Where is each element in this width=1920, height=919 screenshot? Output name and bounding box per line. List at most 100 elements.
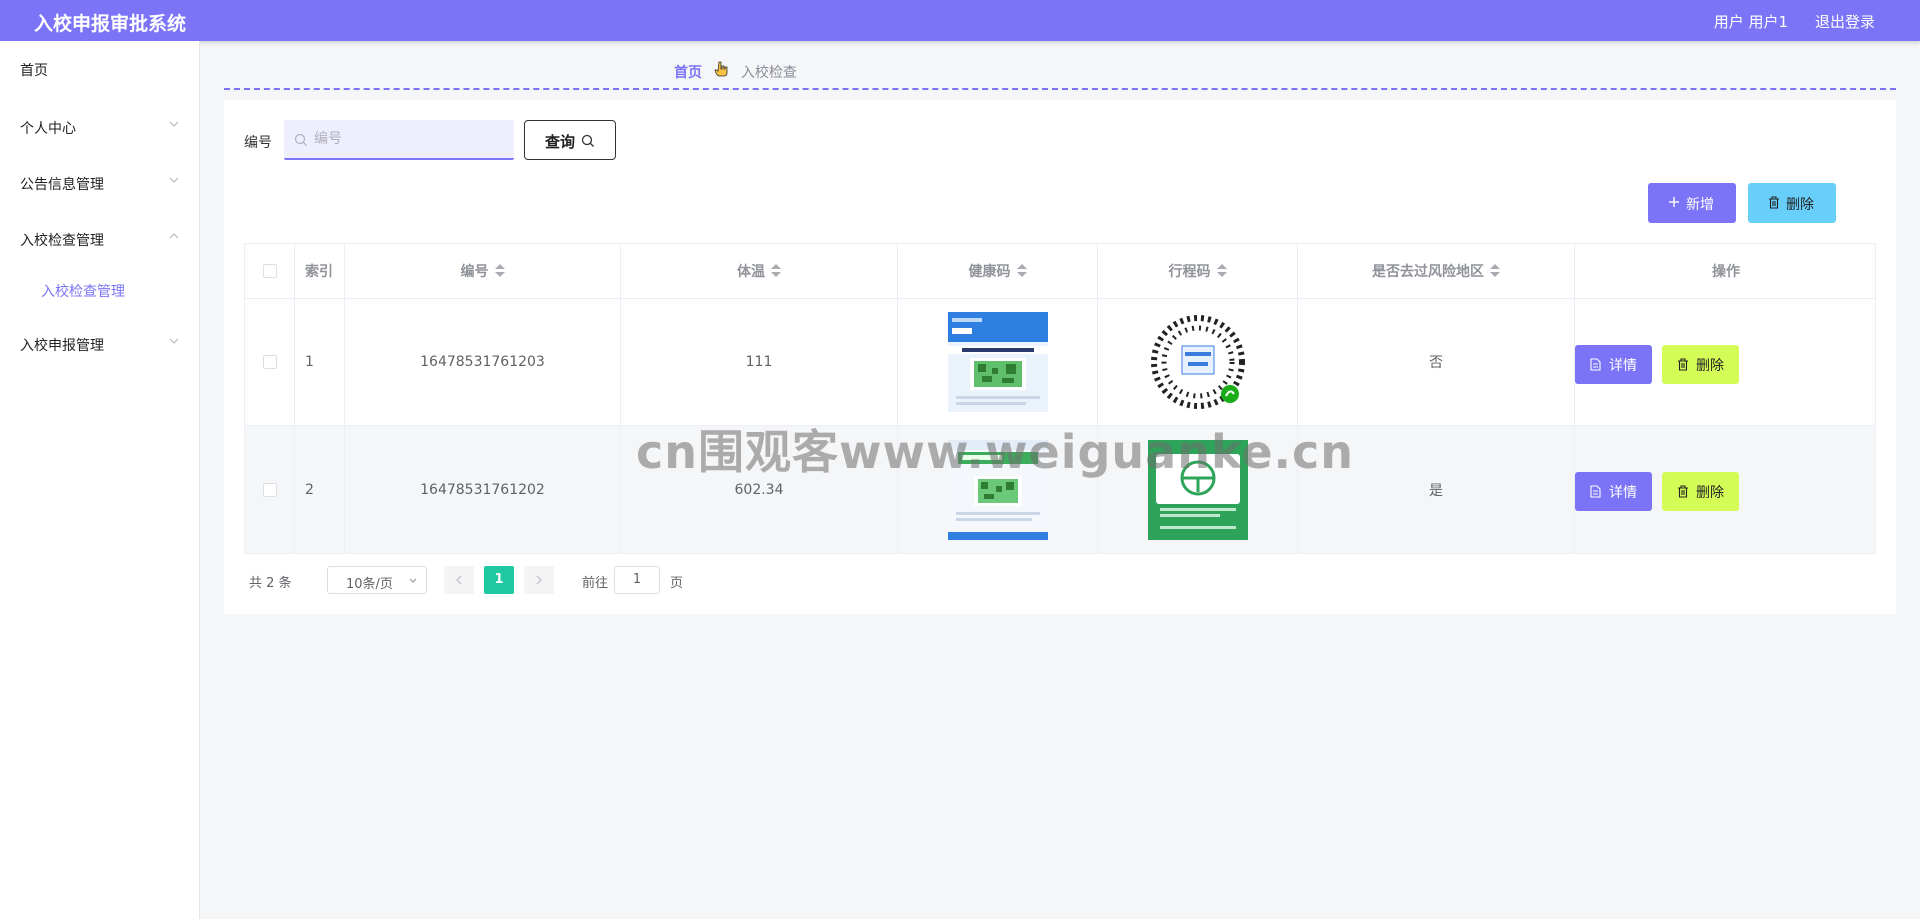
sort-icon[interactable]	[1490, 264, 1500, 278]
travel-code-cell	[1098, 426, 1298, 553]
bulk-delete-button[interactable]: 删除	[1748, 183, 1836, 223]
select-cell	[245, 299, 295, 425]
travel-code-image[interactable]	[1147, 312, 1248, 412]
header-health-code: 健康码	[968, 264, 1011, 280]
temperature-cell: 602.34	[621, 426, 898, 553]
sort-icon[interactable]	[771, 264, 781, 278]
header-cell[interactable]: 是否去过风险地区	[1298, 244, 1575, 298]
travel-code-cell	[1098, 299, 1298, 425]
trash-icon	[1769, 196, 1779, 209]
row-checkbox[interactable]	[262, 355, 277, 369]
detail-button-label: 详情	[1609, 358, 1637, 374]
sidebar-item-label: 入校检查管理	[20, 233, 104, 249]
header-index: 索引	[305, 264, 333, 280]
index-cell: 2	[295, 426, 345, 553]
sort-icon[interactable]	[1016, 264, 1027, 278]
health-code-cell	[898, 426, 1098, 553]
breadcrumb-current: 入校检查	[740, 65, 797, 81]
goto-page-input[interactable]: 1	[614, 566, 660, 594]
row-delete-button[interactable]: 删除	[1662, 345, 1739, 384]
travel-code-image[interactable]	[1147, 439, 1248, 540]
table-header-row: 索引 编号 体温 健康码 行程码 是否去过风险地区 操作	[245, 244, 1875, 299]
user-info: 用户 用户1	[1713, 13, 1788, 31]
plus-icon	[1669, 197, 1679, 207]
risk-area-cell: 否	[1298, 299, 1575, 425]
row-delete-button-label: 删除	[1696, 485, 1724, 501]
header-cell: 索引	[295, 244, 345, 298]
header-cell[interactable]: 行程码	[1098, 244, 1298, 298]
sort-icon[interactable]	[494, 264, 505, 278]
query-button-label: 查询	[545, 133, 576, 151]
sidebar-item-home[interactable]: 首页	[0, 48, 200, 88]
goto-suffix: 页	[670, 576, 684, 591]
health-code-image[interactable]	[947, 439, 1048, 540]
index-cell: 1	[295, 299, 345, 425]
sidebar-item-label: 公告信息管理	[20, 177, 104, 193]
add-button[interactable]: 新增	[1648, 183, 1736, 223]
pagination-total: 共 2 条	[249, 576, 292, 591]
chevron-up-icon	[169, 233, 179, 239]
row-delete-button[interactable]: 删除	[1662, 472, 1739, 511]
prev-page-button[interactable]	[444, 566, 474, 594]
list-panel: 编号 查询 新增 删除 索引 编号 体温 健康码 行程码 是否去过风险地	[224, 100, 1896, 614]
sidebar: 首页 个人中心 公告信息管理 入校检查管理 入校检查管理 入校申报管理	[0, 41, 200, 919]
detail-button[interactable]: 详情	[1575, 345, 1652, 384]
breadcrumb: 首页 入校检查	[674, 61, 797, 82]
header-risk-area: 是否去过风险地区	[1372, 264, 1484, 280]
page-size-select[interactable]: 10条/页	[327, 566, 427, 594]
header-cell: 操作	[1575, 244, 1877, 298]
search-label: 编号	[244, 135, 272, 151]
top-bar: 入校申报审批系统 用户 用户1 退出登录	[0, 0, 1920, 41]
health-code-cell	[898, 299, 1098, 425]
sort-icon[interactable]	[1216, 264, 1227, 278]
row-delete-button-label: 删除	[1696, 358, 1724, 374]
query-button[interactable]: 查询	[524, 120, 616, 160]
document-icon	[1590, 485, 1601, 498]
header-cell[interactable]: 体温	[621, 244, 898, 298]
bulk-delete-button-label: 删除	[1786, 197, 1814, 213]
header-actions: 操作	[1712, 264, 1740, 280]
breadcrumb-divider	[224, 88, 1896, 90]
chevron-left-icon	[456, 575, 462, 585]
header-temperature: 体温	[737, 264, 765, 280]
sidebar-item-label: 首页	[20, 63, 48, 79]
hand-pointer-icon	[714, 61, 728, 81]
next-page-button[interactable]	[524, 566, 554, 594]
sidebar-item-announcements[interactable]: 公告信息管理	[0, 162, 200, 202]
sidebar-item-label: 个人中心	[20, 121, 76, 137]
number-cell: 16478531761203	[345, 299, 621, 425]
goto-label: 前往	[582, 576, 609, 591]
sidebar-item-personal-center[interactable]: 个人中心	[0, 106, 200, 146]
header-travel-code: 行程码	[1168, 264, 1211, 280]
pagination: 共 2 条 10条/页 1 前往 1 页	[244, 566, 844, 594]
row-checkbox[interactable]	[262, 482, 277, 497]
detail-button[interactable]: 详情	[1575, 472, 1652, 511]
header-number: 编号	[460, 264, 489, 280]
search-input[interactable]	[314, 120, 504, 158]
chevron-down-icon	[409, 578, 417, 583]
logout-link[interactable]: 退出登录	[1815, 11, 1875, 32]
sidebar-subitem-school-check[interactable]: 入校检查管理	[0, 269, 200, 309]
search-icon	[581, 134, 594, 147]
sidebar-item-label: 入校申报管理	[20, 338, 104, 354]
sidebar-item-school-declaration[interactable]: 入校申报管理	[0, 323, 200, 363]
risk-area-cell: 是	[1298, 426, 1575, 553]
breadcrumb-home[interactable]: 首页	[674, 65, 702, 81]
chevron-down-icon	[169, 338, 179, 344]
header-cell[interactable]: 健康码	[898, 244, 1098, 298]
chevron-down-icon	[169, 177, 179, 183]
app-title: 入校申报审批系统	[34, 13, 187, 35]
trash-icon	[1678, 358, 1688, 371]
temperature-cell: 111	[621, 299, 898, 425]
detail-button-label: 详情	[1609, 485, 1637, 501]
select-cell	[245, 426, 295, 553]
header-select-cell	[245, 244, 295, 298]
header-cell[interactable]: 编号	[345, 244, 621, 298]
chevron-down-icon	[169, 121, 179, 127]
select-all-checkbox[interactable]	[262, 264, 277, 278]
page-size-value: 10条/页	[346, 577, 393, 592]
health-code-image[interactable]	[947, 312, 1048, 412]
page-number[interactable]: 1	[484, 566, 514, 594]
sidebar-item-school-check[interactable]: 入校检查管理	[0, 218, 200, 258]
sidebar-item-label: 入校检查管理	[41, 284, 125, 300]
